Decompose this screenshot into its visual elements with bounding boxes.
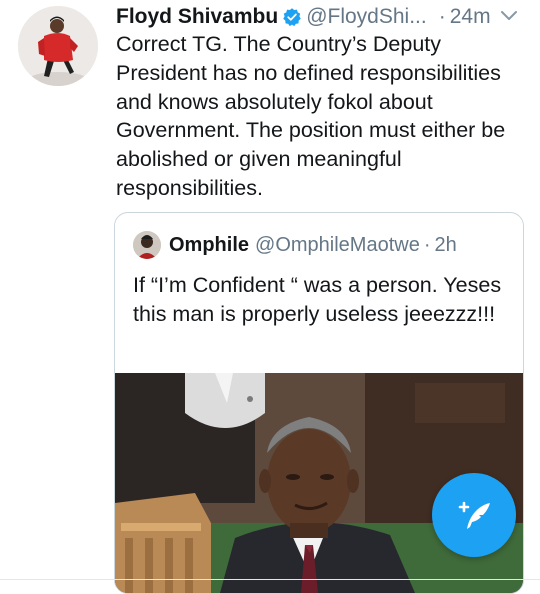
compose-tweet-button[interactable] <box>432 473 516 557</box>
quoted-separator: · <box>423 233 431 256</box>
avatar[interactable] <box>18 6 98 86</box>
tweet-header: Floyd Shivambu @FloydShi... · 24m <box>116 2 526 32</box>
quoted-avatar <box>133 231 161 259</box>
tweet-timestamp[interactable]: 24m <box>450 5 491 29</box>
quoted-tweet-text: If “I’m Confident “ was a person. Yeses … <box>133 273 502 326</box>
tweet[interactable]: Floyd Shivambu @FloydShi... · 24m Correc… <box>0 0 540 594</box>
tweet-text: Correct TG. The Country’s Deputy Preside… <box>116 32 506 200</box>
header-separator: · <box>438 5 446 28</box>
quoted-timestamp: 2h <box>434 233 457 256</box>
author-name[interactable]: Floyd Shivambu <box>116 5 278 29</box>
author-handle[interactable]: @FloydShi... <box>306 5 427 29</box>
compose-tweet-icon <box>458 501 490 529</box>
quoted-tweet-header: Omphile @OmphileMaotwe · 2h <box>133 231 457 259</box>
chevron-down-icon[interactable] <box>498 6 520 26</box>
verified-badge-icon <box>282 7 302 27</box>
avatar-image <box>18 6 98 86</box>
divider <box>0 579 540 580</box>
quoted-author-name: Omphile <box>169 233 250 256</box>
quoted-author-handle: @OmphileMaotwe <box>255 233 420 256</box>
